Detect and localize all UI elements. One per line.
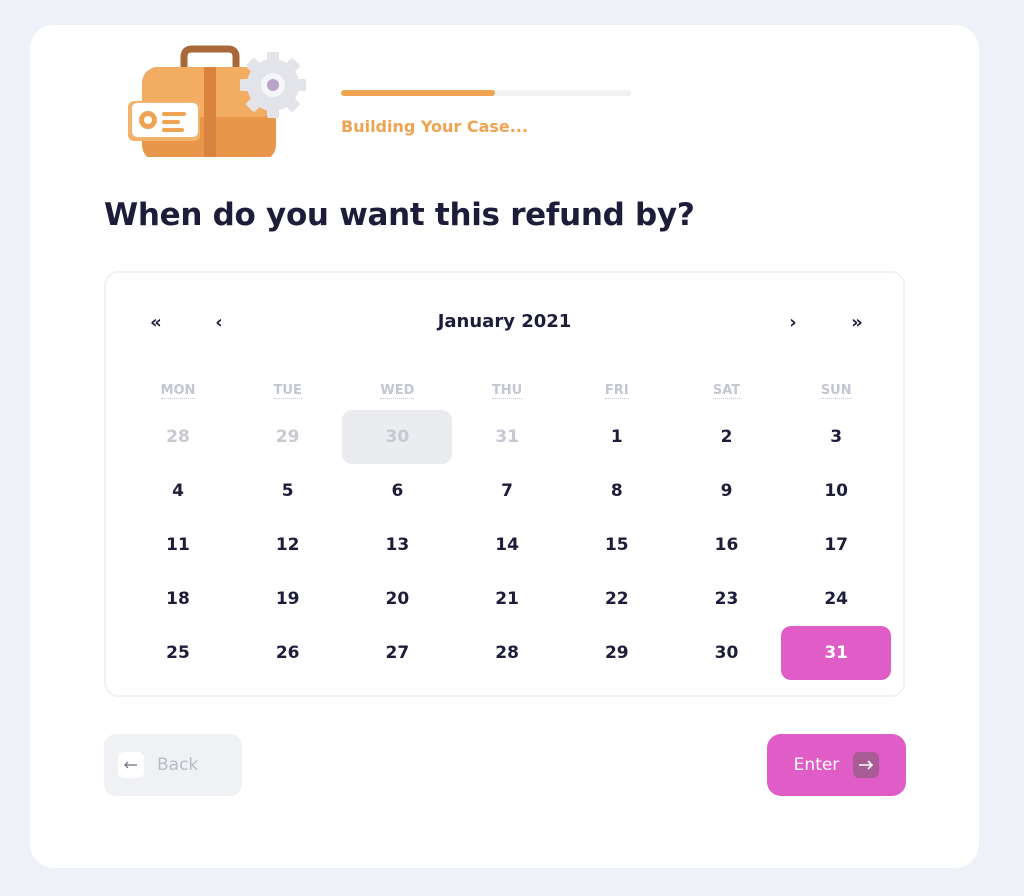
day-cell[interactable]: 30 <box>342 410 453 464</box>
weekday-fri: FRI <box>562 383 672 399</box>
weekday-label: THU <box>491 383 523 399</box>
arrow-left-icon <box>118 752 144 778</box>
calendar: « ‹ January 2021 › » MON TUE WED THU FRI SAT S… <box>104 271 905 697</box>
day-cell[interactable]: 13 <box>342 518 452 572</box>
day-cell[interactable]: 1 <box>562 410 672 464</box>
weekday-label: FRI <box>604 383 629 399</box>
day-cell[interactable]: 28 <box>452 626 562 680</box>
day-cell[interactable]: 6 <box>342 464 452 518</box>
day-cell[interactable]: 25 <box>123 626 233 680</box>
day-cell[interactable]: 9 <box>672 464 782 518</box>
day-cell[interactable]: 24 <box>781 572 891 626</box>
day-cell[interactable]: 27 <box>342 626 452 680</box>
day-cell[interactable]: 3 <box>781 410 891 464</box>
day-cell[interactable]: 10 <box>781 464 891 518</box>
day-cell[interactable]: 5 <box>233 464 343 518</box>
day-cell[interactable]: 14 <box>452 518 562 572</box>
day-cell[interactable]: 23 <box>672 572 782 626</box>
weekday-tue: TUE <box>233 383 343 399</box>
progress-bar-fill <box>341 90 495 96</box>
weekday-thu: THU <box>452 383 562 399</box>
day-cell[interactable]: 18 <box>123 572 233 626</box>
day-cell[interactable]: 26 <box>233 626 343 680</box>
next-month-button[interactable]: › <box>781 309 805 335</box>
weekday-label: TUE <box>273 383 302 399</box>
prev-year-button[interactable]: « <box>144 309 168 335</box>
weekday-sat: SAT <box>672 383 782 399</box>
enter-button[interactable]: Enter <box>767 734 906 796</box>
weekday-label: SUN <box>820 383 852 399</box>
weekday-label: WED <box>380 383 415 399</box>
enter-button-label: Enter <box>793 755 840 775</box>
day-cell[interactable]: 4 <box>123 464 233 518</box>
arrow-right-icon <box>853 752 880 778</box>
weekday-mon: MON <box>123 383 233 399</box>
day-cell[interactable]: 29 <box>233 410 343 464</box>
day-cell[interactable]: 8 <box>562 464 672 518</box>
day-cell[interactable]: 28 <box>123 410 233 464</box>
day-cell[interactable]: 11 <box>123 518 233 572</box>
back-button-label: Back <box>157 755 199 775</box>
day-cell-selected[interactable]: 31 <box>781 626 892 680</box>
day-cell[interactable]: 17 <box>781 518 891 572</box>
progress-bar <box>341 90 631 96</box>
day-cell[interactable]: 2 <box>672 410 782 464</box>
day-cell[interactable]: 21 <box>452 572 562 626</box>
weekday-wed: WED <box>342 383 452 399</box>
day-cell[interactable]: 30 <box>672 626 782 680</box>
prev-month-button[interactable]: ‹ <box>207 309 231 335</box>
briefcase-gear-illustration <box>128 45 306 157</box>
back-button[interactable]: Back <box>104 734 242 796</box>
weekday-label: SAT <box>712 383 741 399</box>
day-cell[interactable]: 29 <box>562 626 672 680</box>
weekday-label: MON <box>160 383 196 399</box>
day-cell[interactable]: 20 <box>342 572 452 626</box>
day-cell[interactable]: 31 <box>452 410 562 464</box>
day-cell[interactable]: 7 <box>452 464 562 518</box>
day-cell[interactable]: 12 <box>233 518 343 572</box>
day-cell[interactable]: 16 <box>672 518 782 572</box>
day-cell[interactable]: 15 <box>562 518 672 572</box>
progress-label: Building Your Case... <box>341 117 529 136</box>
question-heading: When do you want this refund by? <box>104 197 695 233</box>
weekday-sun: SUN <box>781 383 891 399</box>
main-card: Building Your Case... When do you want t… <box>30 25 979 868</box>
next-year-button[interactable]: » <box>845 309 869 335</box>
day-cell[interactable]: 19 <box>233 572 343 626</box>
day-cell[interactable]: 22 <box>562 572 672 626</box>
